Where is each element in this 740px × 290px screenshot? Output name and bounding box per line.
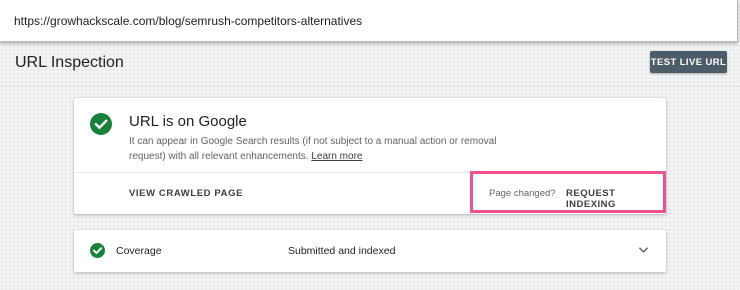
learn-more-link[interactable]: Learn more [311,151,362,162]
coverage-value: Submitted and indexed [288,245,396,257]
index-status-card: URL is on Google It can appear in Google… [74,98,666,214]
status-description: It can appear in Google Search results (… [129,134,519,164]
address-bar[interactable]: https://growhackscale.com/blog/semrush-c… [0,0,738,42]
coverage-row[interactable]: Coverage Submitted and indexed [74,230,666,272]
request-indexing-button[interactable]: REQUEST INDEXING [566,188,663,210]
header-divider [0,86,740,87]
page-changed-label: Page changed? [489,188,556,199]
page-title: URL Inspection [15,54,124,71]
status-title: URL is on Google [129,113,247,130]
check-circle-icon [90,113,112,135]
check-circle-icon [90,243,105,258]
chevron-down-icon[interactable] [638,246,649,254]
request-indexing-highlight: Page changed? REQUEST INDEXING [470,171,666,213]
test-live-url-button[interactable]: TEST LIVE URL [650,51,727,73]
view-crawled-page-button[interactable]: VIEW CRAWLED PAGE [129,188,243,199]
coverage-label: Coverage [116,245,162,257]
address-bar-url[interactable]: https://growhackscale.com/blog/semrush-c… [14,14,362,28]
